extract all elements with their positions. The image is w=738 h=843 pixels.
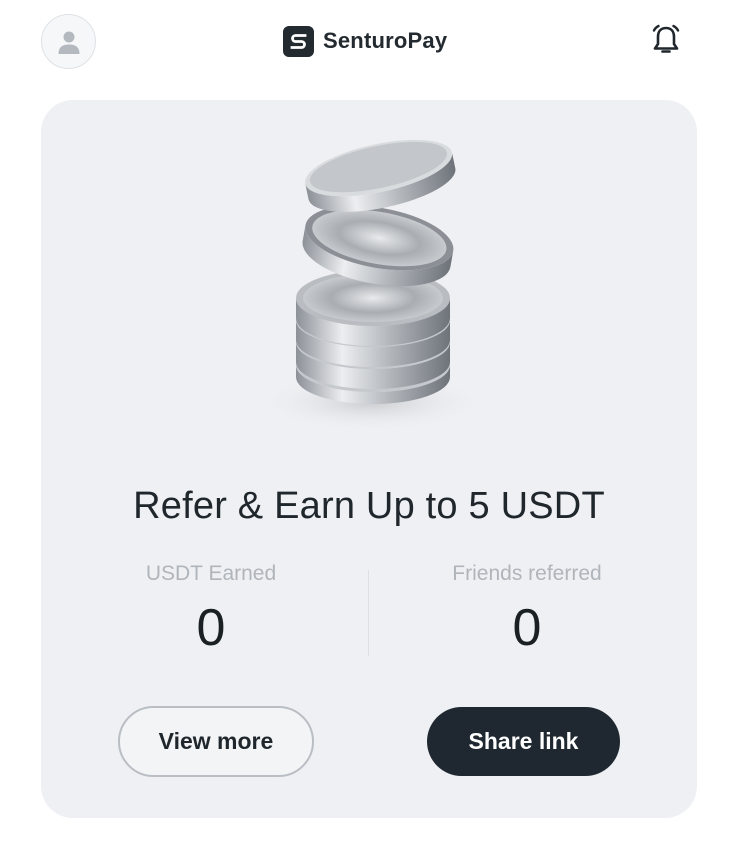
notifications-button[interactable] [648,22,684,58]
user-icon [58,31,79,54]
bell-icon [652,24,680,53]
app-name: SenturoPay [323,28,448,53]
friends-referred-stat: Friends referred 0 [397,562,657,658]
usdt-earned-value: 0 [196,599,226,657]
friends-referred-label: Friends referred [452,562,602,585]
referral-card: Refer & Earn Up to 5 USDT USDT Earned 0 … [41,100,697,818]
friends-referred-value: 0 [512,599,542,657]
referral-title: Refer & Earn Up to 5 USDT [133,485,605,527]
coin-stack-illustration [256,139,486,432]
usdt-earned-label: USDT Earned [145,562,277,585]
share-link-button[interactable]: Share link [427,707,620,776]
usdt-earned-stat: USDT Earned 0 [81,562,341,658]
view-more-button[interactable]: View more [118,706,314,777]
senturopay-logo-icon [283,25,314,57]
stats-divider [368,570,369,656]
top-bar: SenturoPay [0,0,738,84]
avatar-button[interactable] [41,14,96,69]
brand: SenturoPay [283,25,447,57]
